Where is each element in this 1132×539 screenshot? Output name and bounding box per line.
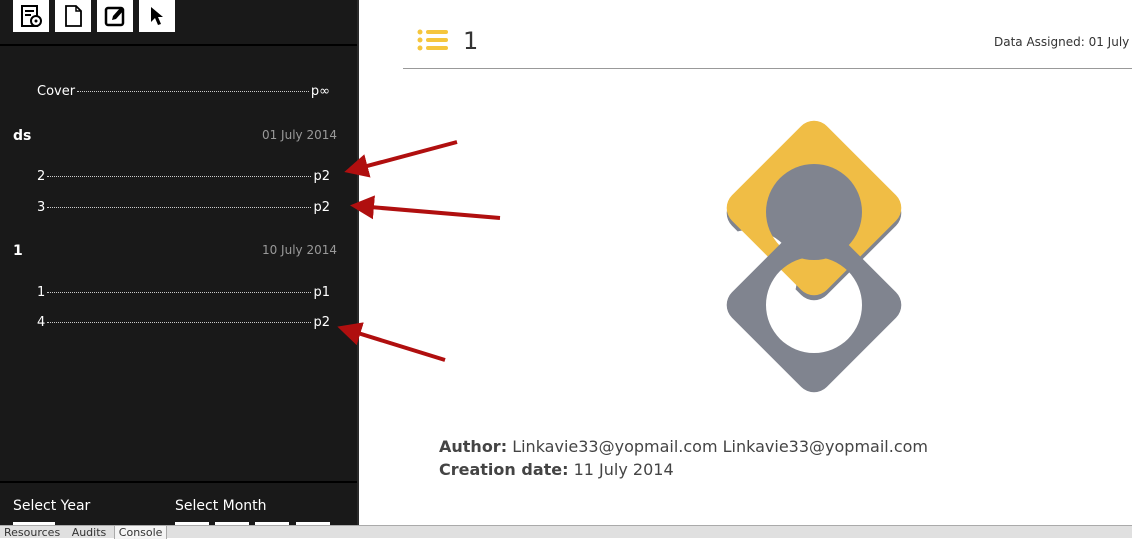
toc-label: 1 (37, 285, 46, 300)
toc-group: 1 10 July 2014 (13, 243, 337, 259)
creation-date-label: Creation date: (439, 460, 569, 479)
creation-date-value: 11 July 2014 (573, 460, 674, 479)
settings-document-icon (21, 5, 42, 27)
toc-item-cover[interactable]: Cover p∞ (37, 84, 330, 99)
settings-document-button[interactable] (13, 0, 49, 32)
list-icon[interactable] (417, 29, 449, 53)
edit-button[interactable] (97, 0, 133, 32)
arrow (337, 322, 446, 362)
tab-audits[interactable]: Audits (68, 526, 111, 539)
toc-label: 2 (37, 169, 46, 184)
group-date: 01 July 2014 (261, 128, 337, 142)
select-year-label: Select Year (13, 498, 91, 514)
toc-label: 3 (37, 200, 46, 215)
pointer-icon (151, 7, 163, 25)
toc-item[interactable]: 1 p1 (37, 285, 330, 300)
toc-page: p2 (313, 315, 330, 330)
sidebar: Cover p∞ ds 01 July 2014 2 p2 3 p2 1 10 July … (0, 0, 359, 526)
toc-item[interactable]: 2 p2 (37, 169, 330, 184)
group-date: 10 July 2014 (261, 243, 337, 257)
select-month-label: Select Month (175, 498, 267, 514)
date-assigned: Data Assigned: 01 July 2014 (994, 35, 1132, 49)
toc-page: p2 (313, 200, 330, 215)
tab-console[interactable]: Console (113, 526, 168, 539)
toc-page: p∞ (310, 84, 330, 99)
tab-resources[interactable]: Resources (0, 526, 64, 539)
group-title: 1 (13, 243, 23, 259)
author-value: Linkavie33@yopmail.com Linkavie33@yopmai… (512, 437, 928, 456)
toc-group: ds 01 July 2014 (13, 128, 337, 144)
page-title: 1 (463, 27, 479, 55)
divider (403, 68, 1132, 69)
toc-item[interactable]: 3 p2 (37, 200, 330, 215)
author-row: Author: Linkavie33@yopmail.com Linkavie3… (439, 437, 928, 456)
logo (726, 120, 902, 393)
author-label: Author: (439, 437, 508, 456)
devtools-tabbar: Resources Audits Console (0, 525, 1132, 539)
toc-item[interactable]: 4 p2 (37, 315, 330, 330)
toc-page: p1 (313, 285, 330, 300)
creation-date-row: Creation date: 11 July 2014 (439, 460, 674, 479)
group-title: ds (13, 128, 32, 144)
toc-label: 4 (37, 315, 46, 330)
edit-icon (104, 6, 125, 27)
arrow (344, 140, 458, 178)
arrow (350, 195, 501, 220)
new-document-button[interactable] (55, 0, 91, 32)
toc-page: p2 (313, 169, 330, 184)
pointer-button[interactable] (139, 0, 175, 32)
toc-label: Cover (37, 84, 76, 99)
document-icon (65, 5, 82, 27)
